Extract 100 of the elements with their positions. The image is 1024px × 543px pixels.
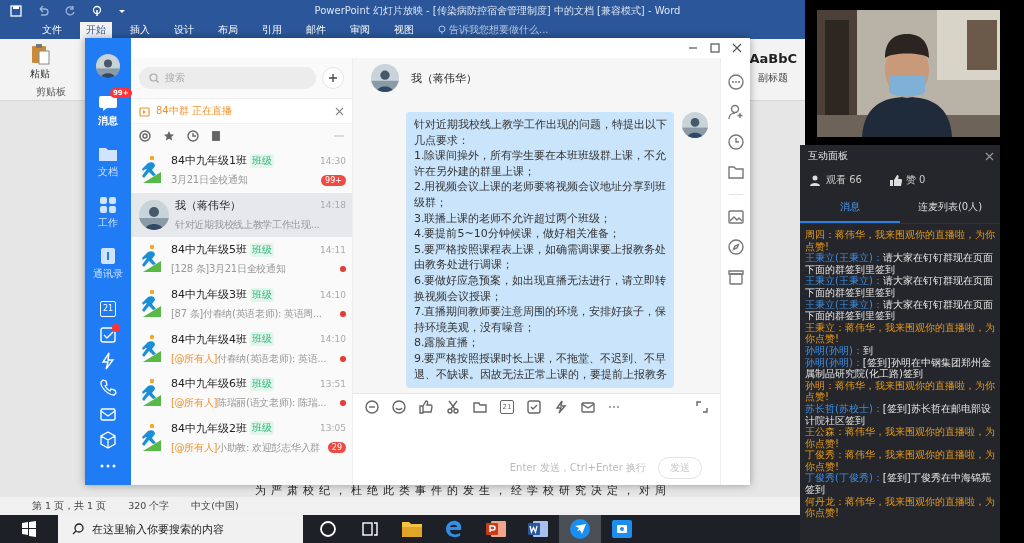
compass-icon[interactable]: [727, 239, 744, 255]
calendar-button[interactable]: 21: [100, 301, 116, 317]
comment-text: 丁俊秀(丁俊秀)：[签到]丁俊秀在中海锦苑签到: [805, 472, 992, 496]
archive-icon[interactable]: [727, 269, 744, 285]
document-icon[interactable]: [211, 130, 221, 142]
checkbox-icon[interactable]: [527, 400, 541, 414]
add-person-icon[interactable]: [727, 104, 744, 120]
chat-time: 14:30: [320, 155, 346, 166]
chat-list-item[interactable]: 84中九年级5班 班级 14:11 [128 条]3月21日全校通知: [131, 237, 352, 282]
chat-name: 84中九年级3班: [171, 287, 247, 303]
chat-name: 84中九年级4班: [171, 331, 247, 347]
touch-mode-icon[interactable]: [90, 5, 104, 17]
comment-text: 孙明(孙明)：[签到]孙明在中钢集团郑州金属制品研究院(化工路)签到: [805, 356, 992, 380]
paper-plane-icon[interactable]: [569, 518, 591, 540]
folder-icon[interactable]: [473, 400, 487, 414]
ribbon-tab[interactable]: 邮件: [300, 22, 332, 39]
presentation-app-icon[interactable]: [485, 519, 507, 539]
paste-button[interactable]: 粘贴: [30, 43, 50, 81]
ribbon-tab[interactable]: 审阅: [344, 22, 376, 39]
add-button[interactable]: [322, 67, 344, 89]
redo-icon[interactable]: [64, 5, 76, 17]
panel-tab[interactable]: 连麦列表(0人): [900, 193, 1000, 223]
close-icon[interactable]: [335, 106, 344, 116]
cube-icon[interactable]: [99, 430, 117, 449]
camera-app-icon[interactable]: [611, 519, 633, 539]
contact-book-icon: [98, 247, 118, 265]
close-icon[interactable]: [732, 43, 742, 53]
more-options-icon[interactable]: [727, 74, 744, 90]
style-preset[interactable]: AaBbC 副标题: [747, 43, 799, 98]
folder-icon[interactable]: [401, 519, 423, 539]
search-icon: [72, 523, 84, 535]
star-icon[interactable]: [163, 130, 175, 142]
chat-time: 13:05: [320, 423, 346, 434]
dropdown-icon[interactable]: [118, 7, 126, 15]
document-app-icon[interactable]: [527, 519, 549, 539]
message-preview: [@所有人]付春纳(英语老师): 英语...: [171, 351, 327, 366]
avatar: [96, 54, 120, 78]
group-tag: 班级: [250, 287, 274, 302]
maximize-icon[interactable]: [710, 43, 720, 53]
group-tag: 班级: [250, 376, 274, 391]
clipboard-icon: [30, 43, 50, 65]
ribbon-tab[interactable]: 设计: [168, 22, 200, 39]
taskbar-search-field[interactable]: 在这里输入你要搜索的内容: [58, 515, 303, 543]
expand-icon[interactable]: [696, 401, 708, 413]
grid-icon: [98, 196, 118, 214]
chat-list-item[interactable]: 84中九年级2班 班级 13:05 [@所有人]小助教: 欢迎彭志华入群 29: [131, 415, 352, 461]
ribbon-tab[interactable]: 布局: [212, 22, 244, 39]
clock-icon[interactable]: [187, 130, 199, 142]
ribbon-tab[interactable]: 插入: [124, 22, 156, 39]
panel-tab[interactable]: 消息: [800, 193, 900, 223]
chat-name: 84中九年级1班: [171, 153, 247, 169]
phone-icon[interactable]: [99, 378, 117, 397]
ribbon-tab[interactable]: 视图: [388, 22, 420, 39]
gif-icon[interactable]: [365, 400, 379, 414]
comment-text: 王秉立(王秉立)：请大家在钉钉群现在页面下面的群签到里签到: [805, 298, 994, 322]
message-preview: [@所有人]小助教: 欢迎彭志华入群: [171, 440, 320, 455]
group-label: 剪贴板: [36, 85, 66, 99]
checkbox-icon[interactable]: [99, 325, 117, 344]
ribbon-tab[interactable]: 引用: [256, 22, 288, 39]
mail-icon[interactable]: [581, 400, 595, 414]
lightning-icon[interactable]: [99, 352, 117, 370]
chat-list-item[interactable]: 84中九年级1班 班级 14:30 3月21日全校通知 99+: [131, 148, 352, 193]
folder-icon: [98, 145, 118, 163]
message-bubble: 针对近期我校线上教学工作出现的问题，特提出以下几点要求： 1.除课间操外，所有学生要在本班班级群上课，不允许在另外建的群里上课； 2.用视频会议上课的老师要将视频会议地址分享到班级群； 3.联播上课的老师不允许超过两个班级； 4.要提前5~10分钟候课，做好相关准备； 5.要严格按照课程表上课，如确需调课要上报教务处由教务处进行调课； 6.要做好应急预案，如出现直播无法进行，请立即转换视频会议授课； 7.直播期间教师要注意周围的环境，安排好孩子，保持环境美观，没有噪音； 8.露脸直播； 9.要严格按照授课时长上课，不拖堂、不迟到、不早退、不缺课。因故无法正常上课的，要提前上报教务: [406, 112, 674, 389]
chat-bubble-icon: [98, 94, 118, 112]
message-preview: 3月21日全校通知: [171, 173, 248, 188]
comment-text: 苏长哲(苏校士)：[签到]苏长哲在邮电部设计院社区签到: [805, 402, 992, 426]
lightbulb-icon: [438, 25, 446, 35]
browser-icon[interactable]: [444, 519, 464, 539]
live-icon: [139, 105, 150, 117]
close-button[interactable]: [985, 151, 994, 161]
windows-logo-icon[interactable]: [21, 521, 37, 537]
send-hint: Enter 发送，Ctrl+Enter 换行: [509, 461, 646, 475]
chat-time: 13:51: [320, 378, 346, 389]
ribbon-tab[interactable]: 文件: [36, 22, 68, 39]
emoji-icon[interactable]: [392, 400, 406, 414]
chat-list-item[interactable]: 84中九年级4班 班级 14:10 [@所有人]付春纳(英语老师): 英语...: [131, 326, 352, 371]
window-title: PowerPoint 幻灯片放映 - [传染病防控宿舍管理制度] 中的文档 [兼容模式] - Word: [313, 4, 682, 18]
group-tag: 班级: [250, 243, 274, 257]
image-icon[interactable]: [727, 209, 744, 225]
panel-title: 互动面板: [808, 149, 848, 163]
chat-time: 14:10: [320, 334, 346, 345]
clock-icon[interactable]: [727, 134, 744, 150]
tell-me-field[interactable]: 告诉我您想要做什么...: [432, 22, 555, 39]
lightning-icon[interactable]: [554, 400, 568, 414]
message-preview: [87 条]付春纳(英语老师): 英语周...: [171, 307, 322, 322]
chat-list-item[interactable]: 84中九年级6班 班级 13:51 [@所有人]陈瑞丽(语文老师): 陈瑞...: [131, 370, 352, 416]
avatar: [139, 199, 169, 230]
comment-text: 王秉立(王秉立)：请大家在钉钉群现在页面下面的群签到里签到: [805, 275, 994, 299]
taskbar-app[interactable]: [559, 515, 601, 543]
more-icon[interactable]: [99, 463, 117, 470]
chat-name: 84中九年级5班: [171, 242, 247, 258]
scissors-icon[interactable]: [446, 400, 460, 414]
chat-list-item[interactable]: 84中九年级3班 班级 14:10 [87 条]付春纳(英语老师): 英语周...: [131, 281, 352, 327]
circle-icon[interactable]: [318, 519, 338, 539]
document-text: 为严肃校纪，杜绝此类事件的发生，经学校研究决定，对周: [253, 485, 671, 497]
thumbs-up-icon[interactable]: [419, 400, 433, 414]
save-icon[interactable]: [10, 5, 22, 17]
task-view-icon[interactable]: [360, 519, 380, 539]
ribbon-tab[interactable]: 开始: [80, 22, 112, 39]
